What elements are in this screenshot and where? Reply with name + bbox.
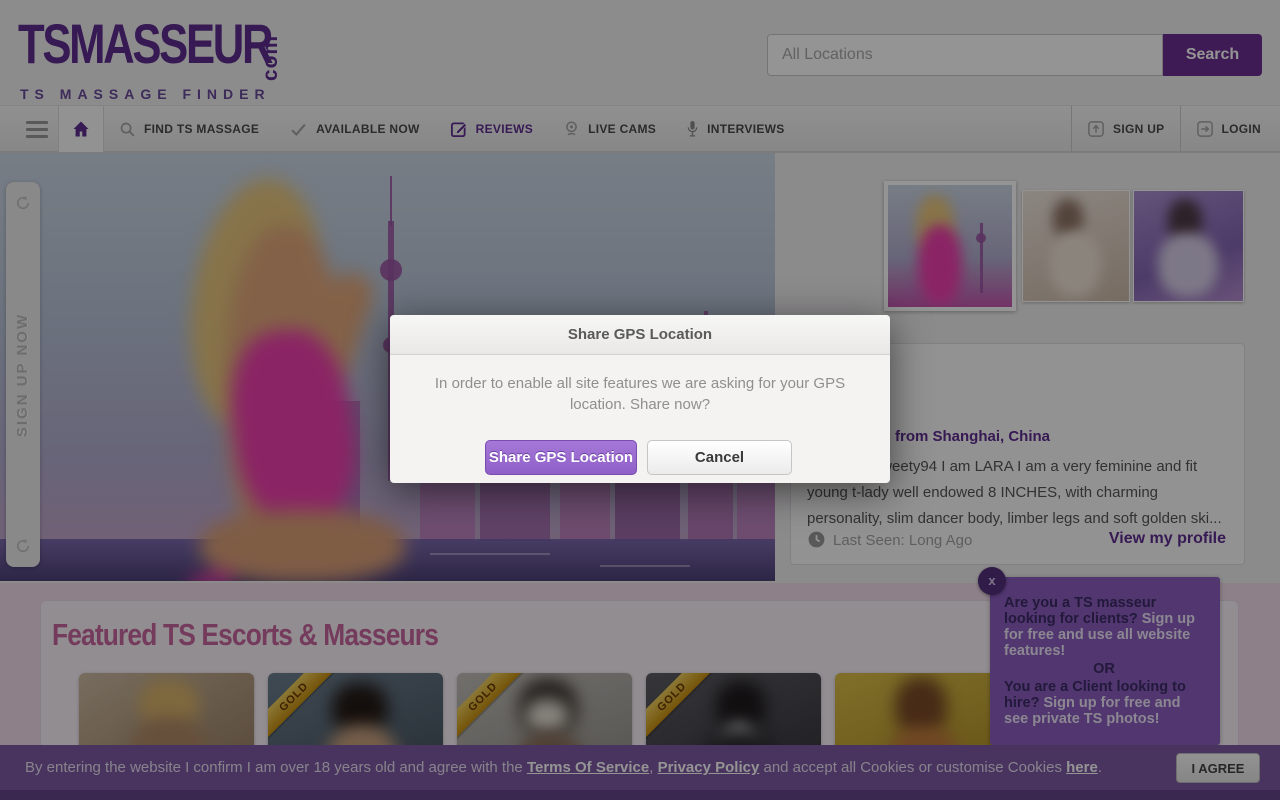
gps-location-modal: Share GPS Location In order to enable al… <box>390 315 890 483</box>
cancel-button[interactable]: Cancel <box>647 440 792 475</box>
modal-message: In order to enable all site features we … <box>430 373 850 415</box>
share-gps-location-button[interactable]: Share GPS Location <box>485 440 637 475</box>
modal-title: Share GPS Location <box>390 315 890 355</box>
